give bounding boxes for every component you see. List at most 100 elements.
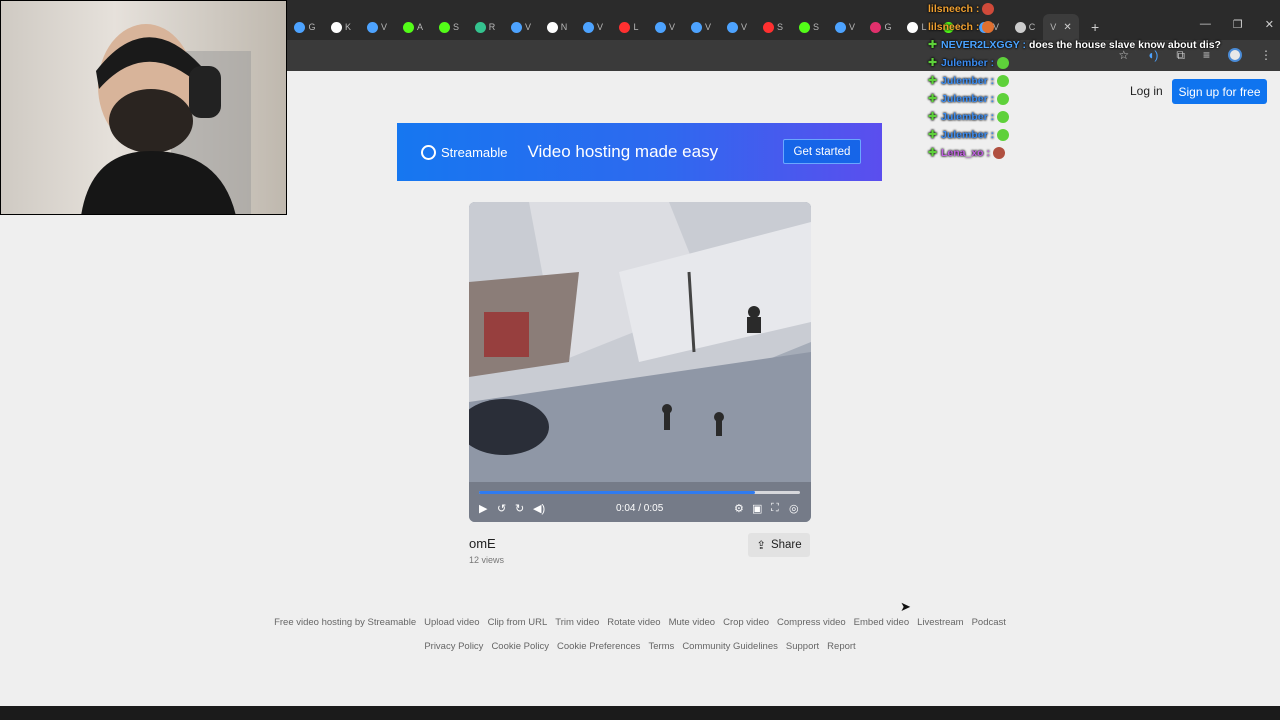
- footer-link[interactable]: Mute video: [669, 617, 715, 628]
- chat-message: lilsneech :: [928, 0, 1280, 18]
- login-link[interactable]: Log in: [1130, 84, 1163, 98]
- banner-tagline: Video hosting made easy: [527, 142, 719, 161]
- play-icon[interactable]: ▶: [479, 502, 487, 515]
- browser-tab[interactable]: V: [359, 14, 395, 40]
- webcam-overlay: [0, 0, 287, 215]
- youtube-icon: [762, 21, 774, 33]
- promo-banner[interactable]: Streamable Video hosting made easy Get s…: [397, 123, 882, 181]
- footer-link[interactable]: Community Guidelines: [682, 641, 778, 652]
- footer-link[interactable]: Rotate video: [607, 617, 660, 628]
- share-label: Share: [770, 539, 802, 551]
- tab-title: N: [560, 22, 568, 32]
- footer-link[interactable]: Free video hosting by Streamable: [274, 617, 416, 628]
- browser-tab[interactable]: R: [467, 14, 503, 40]
- footer-link[interactable]: Compress video: [777, 617, 846, 628]
- signup-button[interactable]: Sign up for free: [1172, 79, 1267, 104]
- mouse-cursor-icon: ➤: [900, 599, 911, 614]
- streamable-icon: [366, 21, 378, 33]
- browser-tab[interactable]: S: [755, 14, 791, 40]
- tab-title: V: [668, 22, 675, 32]
- browser-tab[interactable]: L: [611, 14, 647, 40]
- browser-tab[interactable]: G: [863, 14, 899, 40]
- x-icon: [546, 21, 558, 33]
- streamable-icon: [726, 21, 738, 33]
- sheets-icon: [474, 21, 486, 33]
- tab-title: S: [812, 22, 819, 32]
- chat-badge-icon: ✚: [928, 93, 938, 105]
- video-progress-bar[interactable]: [479, 491, 800, 494]
- browser-tab[interactable]: V: [719, 14, 755, 40]
- footer-link[interactable]: Livestream: [917, 617, 963, 628]
- picture-in-picture-icon[interactable]: ▣: [752, 502, 762, 515]
- video-progress-fill: [479, 491, 756, 494]
- tab-title: V: [596, 22, 603, 32]
- streamable-icon: [690, 21, 702, 33]
- browser-tab[interactable]: S: [791, 14, 827, 40]
- forward-icon[interactable]: ↻: [515, 502, 524, 515]
- volume-icon[interactable]: ◀): [533, 502, 545, 515]
- footer-link[interactable]: Trim video: [555, 617, 599, 628]
- footer-link[interactable]: Crop video: [723, 617, 769, 628]
- footer-link[interactable]: Embed video: [854, 617, 909, 628]
- chat-badge-icon: ✚: [928, 147, 938, 159]
- streamable-icon: [834, 21, 846, 33]
- browser-tab[interactable]: V: [503, 14, 539, 40]
- streamable-icon: [582, 21, 594, 33]
- footer-link[interactable]: Upload video: [424, 617, 479, 628]
- chat-message: ✚ Julember :: [928, 126, 1280, 144]
- browser-tab[interactable]: V: [827, 14, 863, 40]
- browser-tab[interactable]: N: [539, 14, 575, 40]
- streamable-icon: [294, 21, 306, 33]
- settings-gear-icon[interactable]: ⚙: [734, 502, 744, 515]
- rewind-icon[interactable]: ↺: [497, 502, 506, 515]
- kick-icon: [438, 21, 450, 33]
- browser-tab[interactable]: S: [431, 14, 467, 40]
- chat-emote-icon: [982, 21, 995, 33]
- chat-emote-icon: [982, 3, 995, 15]
- tab-title: L: [633, 22, 639, 32]
- fullscreen-icon[interactable]: ⛶: [771, 502, 779, 515]
- tab-title: V: [848, 22, 855, 32]
- video-timecode: 0:04 / 0:05: [616, 503, 664, 514]
- footer-link[interactable]: Cookie Preferences: [557, 641, 640, 652]
- kick-icon: [798, 21, 810, 33]
- footer-link[interactable]: Podcast: [972, 617, 1006, 628]
- streamable-badge-icon[interactable]: ◎: [789, 502, 799, 515]
- browser-tab[interactable]: K: [323, 14, 359, 40]
- tab-title: V: [740, 22, 747, 32]
- video-frame: [469, 202, 811, 522]
- browser-tab[interactable]: G: [287, 14, 323, 40]
- chat-username: Julember :: [941, 93, 995, 105]
- get-started-button[interactable]: Get started: [783, 139, 861, 164]
- kick-icon: [402, 21, 414, 33]
- taskbar: [0, 706, 1280, 720]
- browser-tab[interactable]: V: [647, 14, 683, 40]
- footer-link[interactable]: Report: [827, 641, 856, 652]
- view-count: 12 views: [469, 555, 505, 565]
- footer-link[interactable]: Clip from URL: [488, 617, 548, 628]
- streamable-logo-icon: [421, 144, 436, 160]
- streamable-icon: [654, 21, 666, 33]
- video-player[interactable]: [469, 202, 811, 522]
- video-controls: ▶ ↺ ↻ ◀) 0:04 / 0:05 ⚙ ▣ ⛶ ◎: [469, 500, 811, 518]
- tab-title: L: [921, 22, 927, 32]
- browser-tab[interactable]: V: [575, 14, 611, 40]
- share-icon: ⇪: [756, 540, 766, 552]
- chat-emote-icon: [997, 57, 1010, 69]
- chat-username: Julember :: [941, 75, 995, 87]
- chat-username: Julember :: [941, 129, 995, 141]
- share-button[interactable]: ⇪ Share: [748, 533, 810, 557]
- footer-link[interactable]: Terms: [648, 641, 674, 652]
- browser-tab[interactable]: V: [683, 14, 719, 40]
- chat-username: Lena_xo :: [941, 147, 991, 159]
- chat-username: lilsneech :: [928, 21, 980, 33]
- footer-links-primary: Free video hosting by Streamable Upload v…: [0, 617, 1280, 628]
- chat-badge-icon: ✚: [928, 129, 938, 141]
- chat-username: NEVER2LXGGY :: [941, 39, 1026, 51]
- footer-link[interactable]: Privacy Policy: [424, 641, 483, 652]
- browser-tab[interactable]: A: [395, 14, 431, 40]
- tab-title: G: [308, 22, 316, 32]
- footer-link[interactable]: Support: [786, 641, 819, 652]
- chat-message: ✚ Lena_xo :: [928, 144, 1280, 162]
- footer-link[interactable]: Cookie Policy: [491, 641, 549, 652]
